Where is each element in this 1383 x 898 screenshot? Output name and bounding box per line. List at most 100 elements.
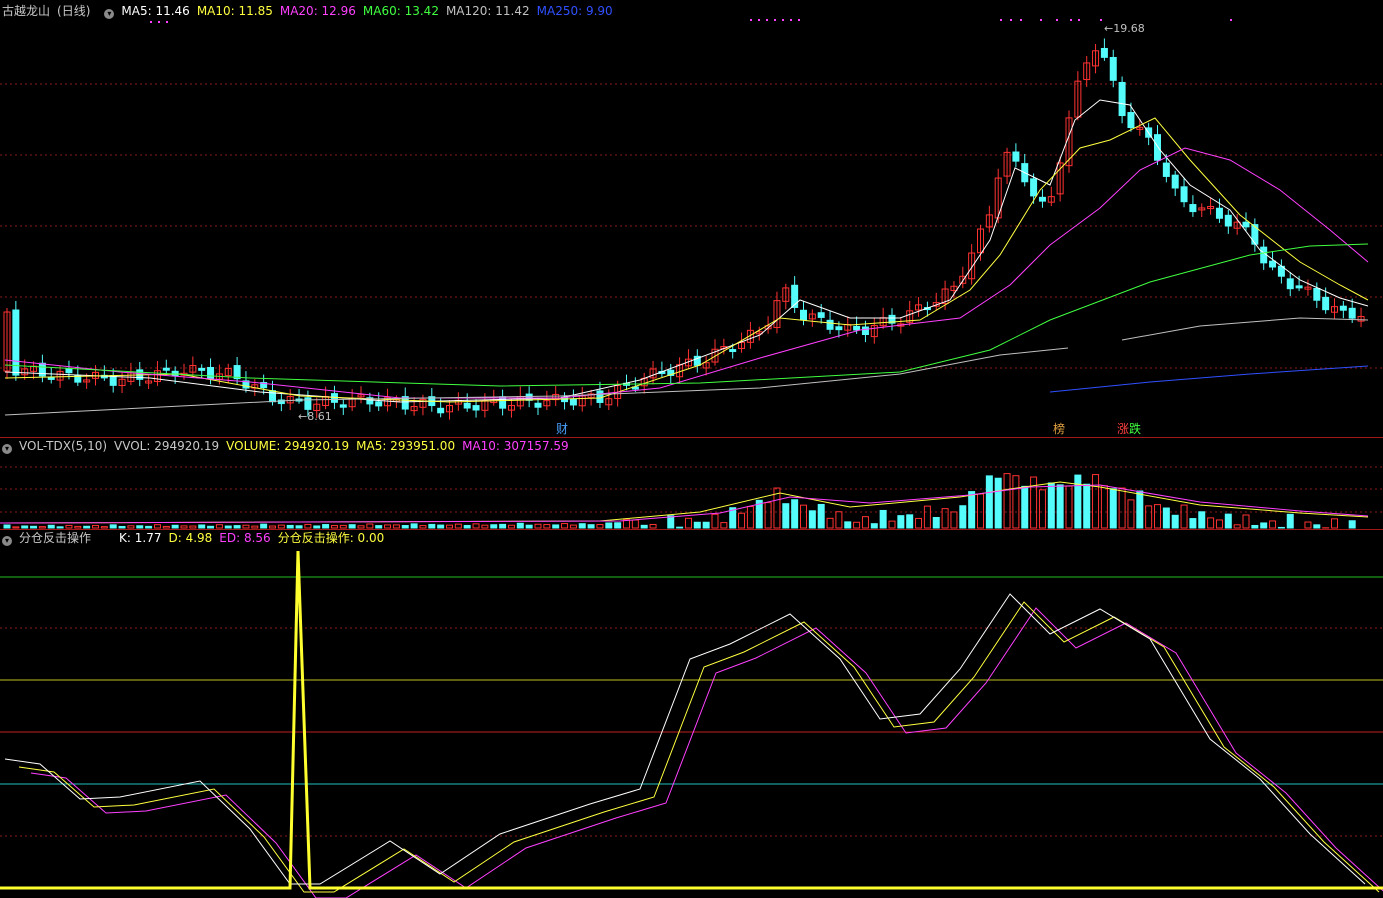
volume-bar bbox=[835, 511, 843, 529]
price-chart-pane[interactable]: 古越龙山 (日线) ▾ MA5: 11.46 MA10: 11.85 MA20: 12.9… bbox=[0, 0, 1383, 437]
candle-body bbox=[1189, 204, 1197, 213]
volume-bar bbox=[100, 526, 108, 529]
volume-bar bbox=[357, 525, 365, 529]
volume-bar bbox=[83, 525, 91, 529]
volume-bar bbox=[684, 517, 692, 529]
vol-ma5-label: MA5: 293951.00 bbox=[356, 439, 456, 453]
signal-dot bbox=[790, 19, 792, 21]
candle-body bbox=[463, 402, 471, 409]
candle-body bbox=[1180, 186, 1188, 203]
volume-bar bbox=[861, 516, 869, 529]
volume-bar bbox=[260, 523, 268, 529]
volume-bar bbox=[171, 524, 179, 529]
ma10-label: MA10: 11.85 bbox=[196, 4, 273, 18]
volume-ma5-line bbox=[0, 481, 1369, 524]
volume-bar bbox=[977, 493, 984, 529]
candle-body bbox=[1242, 221, 1250, 228]
settings-toggle-icon[interactable]: ▾ bbox=[2, 536, 12, 546]
volume-bar bbox=[446, 524, 453, 529]
candle-body bbox=[817, 312, 825, 318]
limit-up-marker[interactable]: 涨 bbox=[1117, 422, 1129, 436]
volume-bar bbox=[1012, 475, 1020, 529]
volume-bar bbox=[437, 524, 445, 529]
signal-dot bbox=[1056, 19, 1058, 21]
indicator-name[interactable]: 分仓反击操作 bbox=[19, 531, 91, 545]
volume-bar bbox=[844, 521, 852, 529]
volume-bar bbox=[127, 525, 135, 529]
candle-body bbox=[1269, 260, 1277, 268]
volume-bar bbox=[145, 525, 153, 529]
limit-down-marker[interactable]: 跌 bbox=[1129, 422, 1141, 436]
low-price-label: ←8.61 bbox=[298, 410, 332, 423]
volume-bar bbox=[180, 525, 188, 529]
ranking-marker[interactable]: 榜 bbox=[1053, 422, 1065, 436]
volume-bar bbox=[207, 525, 215, 529]
volume-bar bbox=[162, 525, 170, 529]
signal-dot bbox=[150, 21, 152, 23]
volume-bar bbox=[198, 524, 206, 529]
volume-bar bbox=[950, 511, 958, 529]
volume-bar bbox=[1127, 499, 1135, 529]
candle-body bbox=[1322, 296, 1330, 311]
volume-bar bbox=[1269, 520, 1277, 529]
volume-bar bbox=[1021, 485, 1029, 529]
volume-bar bbox=[720, 522, 728, 529]
indicator-chart[interactable] bbox=[0, 529, 1383, 898]
signal-dot bbox=[782, 19, 784, 21]
volume-bar bbox=[1331, 518, 1338, 529]
indicator-header: ▾ 分仓反击操作 K: 1.77 D: 4.98 ED: 8.56 分仓反击操作: 0.0… bbox=[2, 531, 391, 546]
candle-body bbox=[853, 325, 861, 331]
candle-body bbox=[1286, 278, 1294, 290]
signal-dot bbox=[1100, 19, 1102, 21]
high-price-label: ←19.68 bbox=[1104, 22, 1145, 35]
candle-body bbox=[1339, 305, 1347, 311]
ed-line bbox=[30, 607, 1383, 898]
candle-body bbox=[339, 404, 347, 408]
volume-indicator-name[interactable]: VOL-TDX(5,10) bbox=[19, 439, 107, 453]
volume-ma10-line bbox=[0, 484, 1369, 524]
volume-bar bbox=[1348, 520, 1356, 529]
volume-bar bbox=[410, 523, 418, 529]
volume-bar bbox=[649, 523, 657, 529]
volume-bar bbox=[879, 509, 887, 529]
settings-toggle-icon[interactable]: ▾ bbox=[104, 9, 115, 19]
volume-bar bbox=[516, 522, 524, 529]
volume-bar bbox=[12, 526, 20, 529]
volume-bar bbox=[65, 524, 73, 529]
volume-bar bbox=[1038, 489, 1046, 529]
volume-bar bbox=[1100, 485, 1108, 529]
finance-marker[interactable]: 财 bbox=[556, 422, 568, 436]
candlestick-chart[interactable] bbox=[0, 0, 1383, 437]
volume-bar bbox=[534, 523, 542, 529]
volume-bar bbox=[1056, 484, 1064, 529]
indicator-pane[interactable]: ▾ 分仓反击操作 K: 1.77 D: 4.98 ED: 8.56 分仓反击操作: 0.0… bbox=[0, 529, 1383, 898]
candle-body bbox=[826, 319, 834, 330]
moving-average-line bbox=[1121, 317, 1369, 341]
volume-bar bbox=[1277, 526, 1285, 529]
candle-body bbox=[1313, 287, 1321, 301]
settings-toggle-icon[interactable]: ▾ bbox=[2, 444, 12, 454]
moving-average-line bbox=[1049, 365, 1369, 393]
volume-bar bbox=[313, 525, 321, 529]
candle-body bbox=[861, 326, 869, 336]
volume-label: VOLUME: 294920.19 bbox=[226, 439, 350, 453]
volume-bar bbox=[507, 524, 515, 529]
volume-bar bbox=[587, 524, 595, 529]
volume-bar bbox=[596, 524, 604, 529]
ma120-label: MA120: 11.42 bbox=[445, 4, 530, 18]
stock-name[interactable]: 古越龙山 (日线) bbox=[2, 4, 97, 18]
signal-dot bbox=[1000, 19, 1002, 21]
volume-bar bbox=[224, 525, 232, 529]
volume-bar bbox=[233, 525, 241, 529]
volume-pane[interactable]: ▾ VOL-TDX(5,10) VVOL: 294920.19 VOLUME: 294… bbox=[0, 437, 1383, 529]
volume-bar bbox=[1136, 490, 1144, 529]
candle-body bbox=[1154, 134, 1161, 161]
price-header: 古越龙山 (日线) ▾ MA5: 11.46 MA10: 11.85 MA20: 12.9… bbox=[2, 4, 620, 19]
volume-bar bbox=[968, 491, 976, 529]
volume-bar bbox=[693, 521, 701, 529]
volume-bar bbox=[578, 523, 586, 529]
signal-dot bbox=[758, 19, 760, 21]
volume-bar bbox=[1003, 473, 1011, 529]
candle-body bbox=[1171, 174, 1179, 189]
volume-bar bbox=[428, 523, 436, 529]
